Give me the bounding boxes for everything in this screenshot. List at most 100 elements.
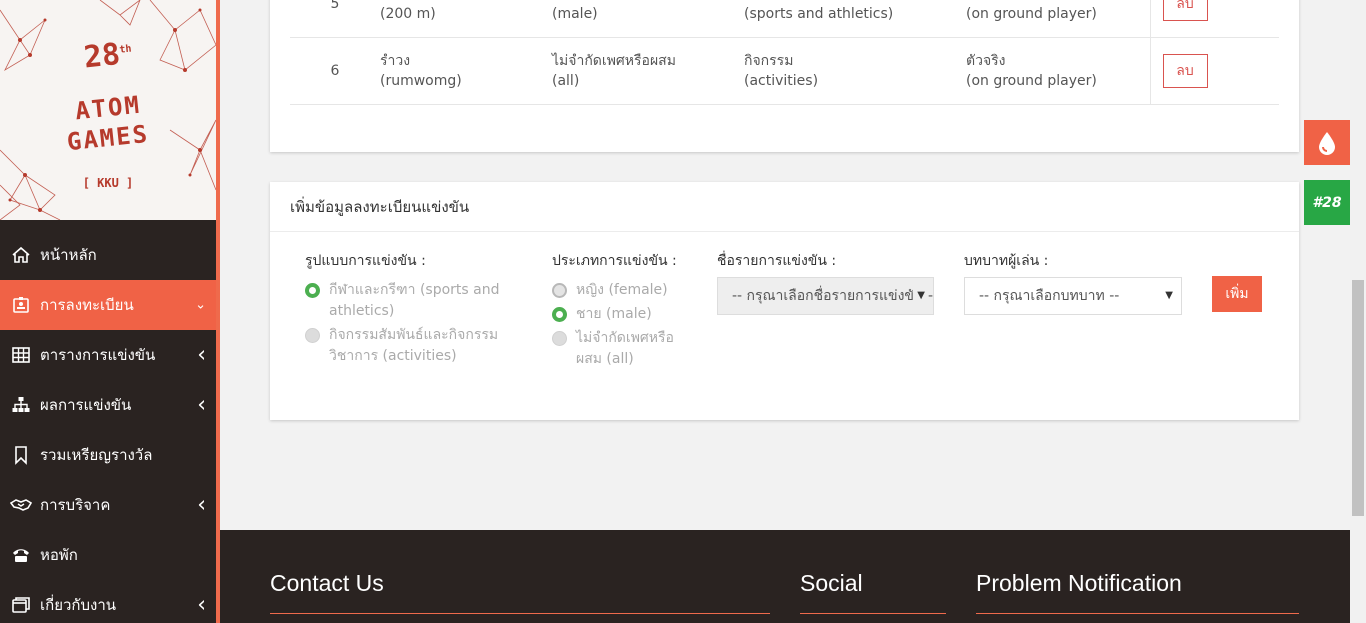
cell-action: ลบ — [1149, 0, 1279, 38]
format-radio[interactable] — [305, 328, 320, 343]
cell-event-en: (200 m) — [380, 6, 436, 22]
competition-format-label: รูปแบบการแข่งขัน : — [305, 253, 426, 269]
cell-gender: ชาย(male) — [552, 0, 744, 38]
cell-type: กีฬาและกรีฑา(sports and athletics) — [744, 0, 966, 38]
type-option-line1: ไม่จำกัดเพศหรือ — [576, 330, 674, 346]
sidebar-item-schedule[interactable]: ตารางการแข่งขัน ‹ — [0, 330, 216, 380]
format-option-line2: วิชาการ (activities) — [329, 348, 457, 364]
competition-type-group: ประเภทการแข่งขัน : หญิง (female) ชาย (mal… — [552, 250, 692, 373]
format-option-label: กิจกรรมสัมพันธ์และกิจกรรมวิชาการ (activi… — [329, 325, 498, 367]
type-option-line1: หญิง (female) — [576, 282, 668, 298]
cell-role: ตัวจริง (on ground player) — [966, 37, 1150, 105]
registration-table: 5วิ่ง 200 เมตร(200 m)ชาย(male)กีฬาและกรี… — [290, 0, 1279, 105]
home-icon — [10, 244, 32, 266]
bookmark-icon — [10, 444, 32, 466]
cell-event: วิ่ง 200 เมตร(200 m) — [380, 0, 552, 38]
cell-gender: ไม่จำกัดเพศหรือผสม (all) — [552, 37, 744, 105]
event-name-value: -- กรุณาเลือกชื่อรายการแข่งขัน -- — [732, 288, 934, 304]
cell-event-th: รำวง — [380, 53, 411, 69]
type-option-label: ไม่จำกัดเพศหรือผสม (all) — [576, 328, 674, 370]
add-registration-card: เพิ่มข้อมูลลงทะเบียนแข่งขัน รูปแบบการแข่… — [270, 182, 1299, 420]
table-row: 5วิ่ง 200 เมตร(200 m)ชาย(male)กีฬาและกรี… — [290, 0, 1279, 38]
sidebar-item-label: หอพัก — [40, 546, 78, 564]
delete-button[interactable]: ลบ — [1162, 54, 1208, 88]
cell-gender-th: ไม่จำกัดเพศหรือผสม — [552, 53, 676, 69]
player-role-label: บทบาทผู้เล่น : — [964, 253, 1049, 269]
format-option-line1: กิจกรรมสัมพันธ์และกิจกรรม — [329, 327, 499, 343]
sidebar-item-label: ผลการแข่งขัน — [40, 396, 132, 414]
type-option-line2: ผสม (all) — [576, 351, 634, 367]
sidebar-item-dormitory[interactable]: หอพัก — [0, 530, 216, 580]
chevron-left-icon: ‹ — [197, 392, 206, 418]
sidebar-item-home[interactable]: หน้าหลัก — [0, 230, 216, 280]
cell-number: 5 — [290, 0, 380, 38]
main-content: 5วิ่ง 200 เมตร(200 m)ชาย(male)กีฬาและกรี… — [220, 0, 1350, 530]
cell-role-en: (on ground player) — [966, 73, 1097, 89]
add-button[interactable]: เพิ่ม — [1212, 276, 1262, 312]
sidebar-item-label: รวมเหรียญรางวัล — [40, 446, 153, 464]
competition-format-group: รูปแบบการแข่งขัน : กีฬาและกรีฑา (sports … — [305, 250, 515, 370]
event-name-group: ชื่อรายการแข่งขัน : — [717, 250, 937, 280]
atom-games-28-tab[interactable]: #28 — [1304, 180, 1350, 225]
player-role-group: บทบาทผู้เล่น : — [964, 250, 1184, 280]
sidebar: 28th ATOM GAMES [ KKU ] หน้าหลักการลงทะเ… — [0, 0, 220, 623]
player-role-select[interactable]: -- กรุณาเลือกบทบาท -- ▼ — [964, 277, 1182, 315]
cell-type-en: (activities) — [744, 73, 819, 89]
sidebar-item-about[interactable]: เกี่ยวกับงาน ‹ — [0, 580, 216, 623]
type-option[interactable]: หญิง (female) — [552, 280, 692, 301]
cell-type-th: กิจกรรม — [744, 53, 794, 69]
table-icon — [10, 344, 32, 366]
page-scrollbar[interactable] — [1350, 0, 1366, 623]
sidebar-item-registration[interactable]: การลงทะเบียน ⌄ — [0, 280, 216, 330]
sidebar-item-donation[interactable]: การบริจาค ‹ — [0, 480, 216, 530]
format-option-label: กีฬาและกรีฑา (sports and athletics) — [329, 280, 500, 322]
cell-number: 6 — [290, 37, 380, 105]
caret-down-icon: ▼ — [1161, 278, 1173, 314]
cell-gender-en: (male) — [552, 6, 598, 22]
scrollbar-thumb[interactable] — [1352, 280, 1364, 516]
sitemap-icon — [10, 394, 32, 416]
sidebar-item-label: หน้าหลัก — [40, 246, 97, 264]
format-option-line1: กีฬาและกรีฑา (sports and — [329, 282, 500, 298]
sidebar-item-medals[interactable]: รวมเหรียญรางวัล — [0, 430, 216, 480]
blood-donation-tab[interactable] — [1304, 120, 1350, 165]
sidebar-item-label: การลงทะเบียน — [40, 296, 134, 314]
type-option[interactable]: ไม่จำกัดเพศหรือผสม (all) — [552, 328, 692, 370]
phone-icon — [10, 544, 32, 566]
type-radio[interactable] — [552, 283, 567, 298]
window-icon — [10, 594, 32, 616]
format-option[interactable]: กีฬาและกรีฑา (sports and athletics) — [305, 280, 515, 322]
caret-down-icon: ▼ — [913, 278, 925, 314]
drop-icon — [1319, 131, 1335, 155]
type-option-line1: ชาย (male) — [576, 306, 652, 322]
type-radio[interactable] — [552, 331, 567, 346]
type-option-label: หญิง (female) — [576, 280, 668, 301]
chevron-down-icon: ⌄ — [195, 297, 206, 313]
cell-type: กิจกรรม (activities) — [744, 37, 966, 105]
format-option[interactable]: กิจกรรมสัมพันธ์และกิจกรรมวิชาการ (activi… — [305, 325, 515, 367]
format-radio[interactable] — [305, 283, 320, 298]
sidebar-item-label: เกี่ยวกับงาน — [40, 596, 117, 614]
table-row: 6 รำวง (rumwomg) ไม่จำกัดเพศหรือผสม (all) กิจ… — [290, 37, 1279, 105]
atom-games-logo[interactable]: 28th ATOM GAMES [ KKU ] — [0, 0, 216, 220]
type-option[interactable]: ชาย (male) — [552, 304, 692, 325]
footer-social-divider — [800, 613, 946, 614]
event-name-select[interactable]: -- กรุณาเลือกชื่อรายการแข่งขัน -- ▼ — [717, 277, 934, 315]
cell-action: ลบ — [1149, 37, 1279, 105]
player-role-value: -- กรุณาเลือกบทบาท -- — [979, 288, 1120, 304]
sidebar-item-label: การบริจาค — [40, 496, 111, 514]
type-radio[interactable] — [552, 307, 567, 322]
competition-type-label: ประเภทการแข่งขัน : — [552, 253, 677, 269]
logo-sup: th — [118, 43, 133, 56]
cell-role-en: (on ground player) — [966, 6, 1097, 22]
registration-table-card: 5วิ่ง 200 เมตร(200 m)ชาย(male)กีฬาและกรี… — [270, 0, 1299, 152]
footer-social-heading: Social — [800, 570, 863, 596]
cell-event-en: (rumwomg) — [380, 73, 462, 89]
sidebar-item-results[interactable]: ผลการแข่งขัน ‹ — [0, 380, 216, 430]
footer-problem-heading: Problem Notification — [976, 570, 1182, 596]
event-name-label: ชื่อรายการแข่งขัน : — [717, 253, 837, 269]
handshake-icon — [10, 494, 32, 516]
cell-event: รำวง (rumwomg) — [380, 37, 552, 105]
cell-gender-en: (all) — [552, 73, 580, 89]
delete-button[interactable]: ลบ — [1162, 0, 1208, 21]
